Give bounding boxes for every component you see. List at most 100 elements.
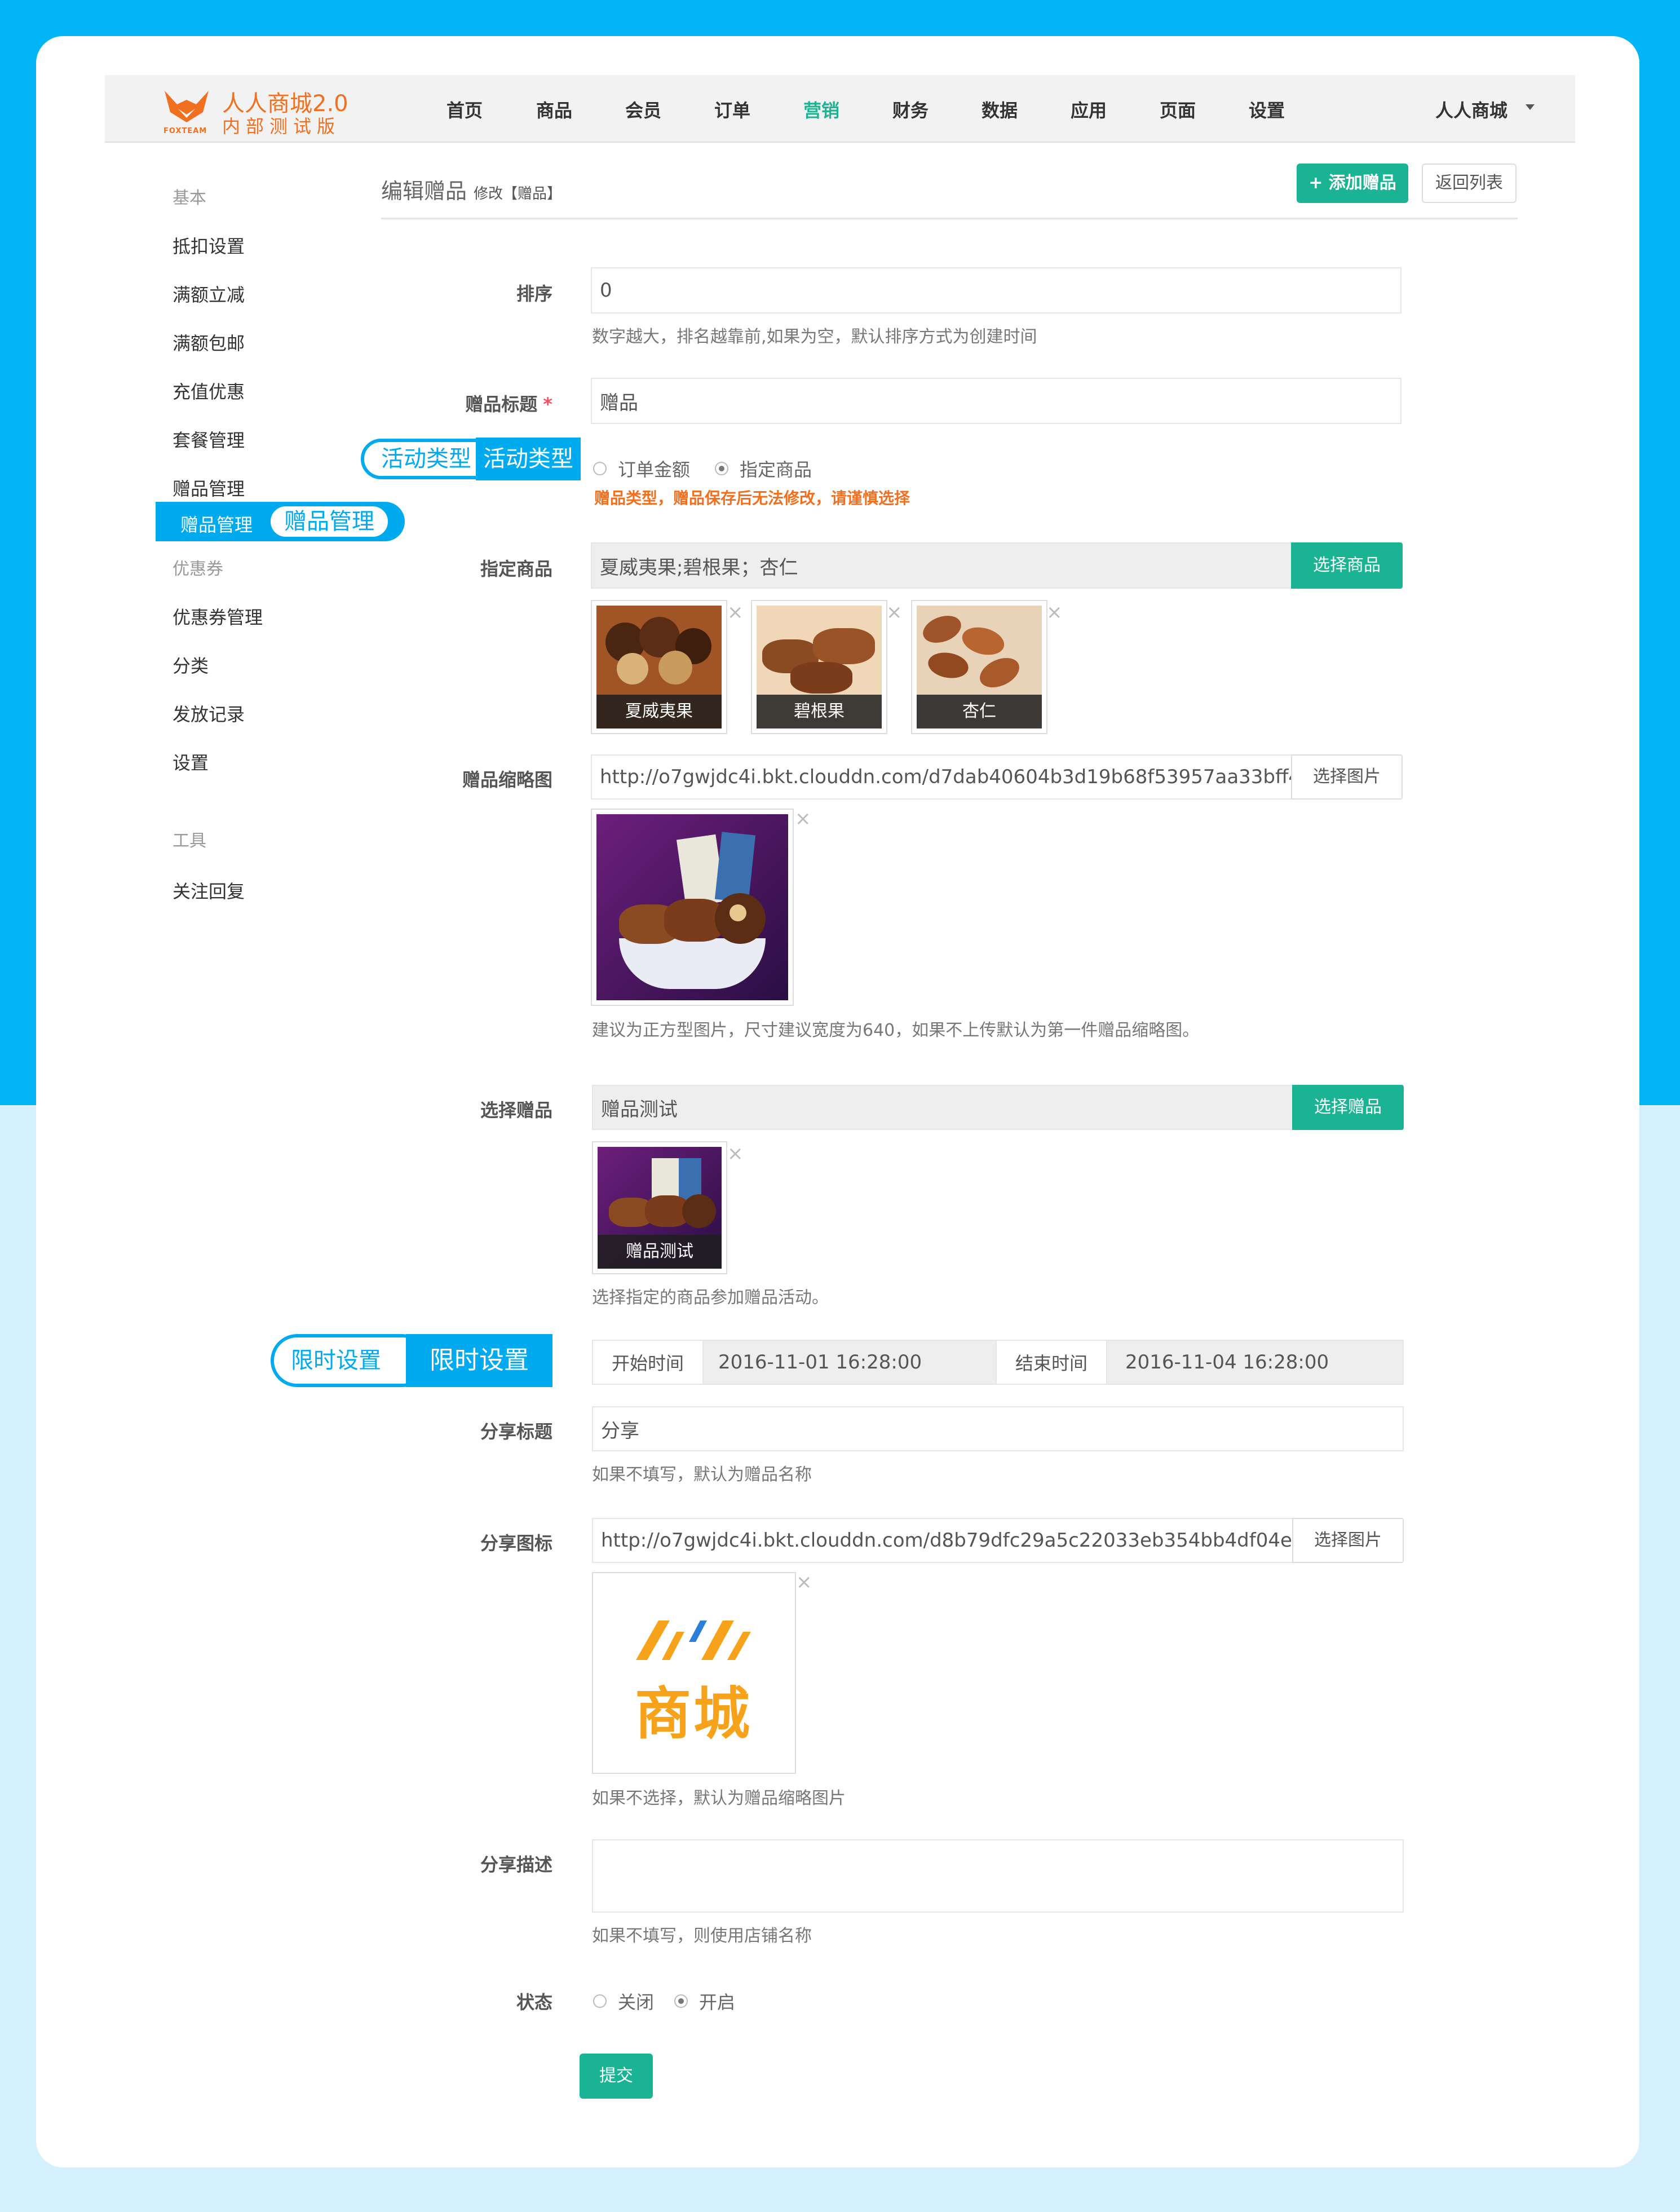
goods-image-macadamia: 夏威夷果	[596, 606, 722, 728]
fox-logo-icon	[165, 91, 209, 122]
start-time-input[interactable]: 2016-11-01 16:28:00	[702, 1340, 1025, 1385]
share-icon-url-value: http://o7gwjdc4i.bkt.clouddn.com/d8b79df…	[601, 1529, 1293, 1552]
sidebar-item-free-shipping[interactable]: 满额包邮	[173, 329, 245, 355]
radio-checked-icon[interactable]	[715, 462, 728, 475]
submit-button[interactable]: 提交	[580, 2054, 653, 2099]
nav-settings[interactable]: 设置	[1249, 96, 1285, 122]
back-to-list-button[interactable]: 返回列表	[1422, 164, 1517, 203]
sort-input[interactable]: 0	[591, 267, 1402, 314]
sidebar-section-tools: 工具	[173, 831, 206, 851]
user-menu[interactable]: 人人商城	[1435, 96, 1507, 122]
status-radio-on[interactable]: 开启	[674, 1988, 735, 2014]
brand-subtitle: 内部测试版	[222, 116, 341, 137]
goods-label: 指定商品	[480, 558, 552, 580]
nav-members[interactable]: 会员	[625, 96, 661, 122]
goods-thumb-3[interactable]: 杏仁	[911, 600, 1047, 734]
select-gift-button[interactable]: 选择赠品	[1292, 1085, 1404, 1130]
gift-title-input[interactable]: 赠品	[591, 378, 1402, 424]
close-icon[interactable]: ×	[1046, 601, 1063, 624]
add-gift-button[interactable]: + 添加赠品	[1297, 164, 1408, 203]
type-warning: 赠品类型，赠品保存后无法修改，请谨慎选择	[594, 489, 910, 507]
callout-gift-manage: 赠品管理	[267, 503, 391, 540]
nav-pages[interactable]: 页面	[1160, 96, 1196, 122]
type-radio-goods[interactable]: 指定商品	[715, 456, 812, 482]
nav-orders[interactable]: 订单	[714, 96, 750, 122]
gift-select-value: 赠品测试	[601, 1098, 678, 1121]
select-share-image-button[interactable]: 选择图片	[1292, 1518, 1404, 1563]
share-icon-url-input[interactable]: http://o7gwjdc4i.bkt.clouddn.com/d8b79df…	[592, 1518, 1293, 1563]
share-desc-help: 如果不填写，则使用店铺名称	[592, 1926, 812, 1946]
sidebar-active-label: 赠品管理	[180, 514, 253, 536]
goods-image-almond: 杏仁	[917, 606, 1042, 728]
callout-activity-type-text: 活动类型	[381, 446, 471, 472]
radio-checked-icon[interactable]	[674, 1994, 688, 2008]
end-time-input[interactable]: 2016-11-04 16:28:00	[1106, 1340, 1404, 1385]
page-title-text: 编辑赠品	[381, 179, 467, 204]
share-title-input[interactable]: 分享	[592, 1406, 1404, 1451]
goods-input[interactable]: 夏威夷果;碧根果；杏仁	[591, 542, 1292, 589]
sidebar-item-coupon-settings[interactable]: 设置	[173, 749, 209, 775]
status-radio-off[interactable]: 关闭	[593, 1988, 654, 2014]
select-goods-button[interactable]: 选择商品	[1291, 542, 1403, 589]
callout-time-limit: 限时设置	[271, 1334, 428, 1387]
sidebar-item-category[interactable]: 分类	[173, 652, 209, 678]
close-icon[interactable]: ×	[886, 601, 903, 624]
nav-marketing[interactable]: 营销	[803, 96, 839, 122]
nav-goods[interactable]: 商品	[536, 96, 572, 122]
close-icon[interactable]: ×	[727, 601, 744, 624]
goods-thumb-caption: 杏仁	[917, 695, 1042, 728]
brand-team: FOXTEAM	[163, 127, 207, 135]
sidebar-item-follow-reply[interactable]: 关注回复	[173, 877, 245, 903]
share-icon-help: 如果不选择，默认为赠品缩略图片	[592, 1789, 846, 1808]
sort-input-value: 0	[600, 279, 612, 302]
close-icon[interactable]: ×	[795, 807, 811, 830]
status-option-label: 关闭	[618, 1992, 655, 2013]
type-radio-order-amount[interactable]: 订单金额	[593, 456, 690, 482]
nav-finance[interactable]: 财务	[892, 96, 929, 122]
goods-thumb-2[interactable]: 碧根果	[751, 600, 887, 734]
gift-select-input[interactable]: 赠品测试	[592, 1085, 1293, 1130]
goods-thumb-caption: 夏威夷果	[596, 695, 722, 728]
type-option-label: 指定商品	[740, 459, 812, 480]
time-range: 开始时间 2016-11-01 16:28:00 结束时间 2016-11-04…	[592, 1340, 1404, 1385]
nav-data[interactable]: 数据	[982, 96, 1018, 122]
goods-thumb-caption: 碧根果	[757, 695, 882, 728]
sidebar-item-package[interactable]: 套餐管理	[173, 426, 245, 452]
status-label: 状态	[516, 1992, 552, 2013]
sidebar-item-issue-log[interactable]: 发放记录	[173, 700, 245, 726]
start-time-value: 2016-11-01 16:28:00	[718, 1351, 922, 1374]
gift-title-label: 赠品标题 *	[383, 390, 552, 416]
mall-logo-icon	[636, 1621, 751, 1660]
share-icon-preview: 商城	[592, 1572, 796, 1774]
share-desc-textarea[interactable]	[592, 1839, 1404, 1913]
sidebar-item-gift-active[interactable]: 赠品管理 赠品管理	[156, 502, 405, 541]
thumb-preview-image	[596, 814, 788, 1000]
goods-thumb-1[interactable]: 夏威夷果	[591, 600, 727, 734]
sidebar-item-full-reduction[interactable]: 满额立减	[173, 281, 245, 307]
nav-home[interactable]: 首页	[446, 96, 483, 122]
thumb-url-input[interactable]: http://o7gwjdc4i.bkt.clouddn.com/d7dab40…	[591, 754, 1292, 800]
caret-down-icon[interactable]	[1526, 104, 1535, 110]
close-icon[interactable]: ×	[727, 1142, 744, 1165]
sidebar-item-coupon-manage[interactable]: 优惠券管理	[173, 603, 263, 629]
nav-apps[interactable]: 应用	[1071, 96, 1107, 122]
brand-logo[interactable]: FOXTEAM 人人商城2.0 内部测试版	[161, 83, 353, 137]
gift-thumb[interactable]: 赠品测试	[592, 1141, 727, 1274]
gift-select-help: 选择指定的商品参加赠品活动。	[592, 1288, 829, 1308]
top-navbar: FOXTEAM 人人商城2.0 内部测试版 首页 商品 会员 订单 营销 财务 …	[105, 75, 1575, 143]
sidebar-item-deduction[interactable]: 抵扣设置	[173, 232, 245, 258]
thumb-preview	[591, 809, 794, 1006]
share-icon-label: 分享图标	[480, 1533, 552, 1554]
sidebar-item-recharge[interactable]: 充值优惠	[173, 378, 245, 404]
select-image-button[interactable]: 选择图片	[1291, 754, 1403, 800]
thumb-label: 赠品缩略图	[462, 769, 552, 791]
radio-circle-icon[interactable]	[593, 1994, 607, 2008]
required-mark: *	[543, 394, 552, 415]
close-icon[interactable]: ×	[796, 1571, 812, 1593]
sidebar-section-coupon: 优惠券	[173, 559, 223, 579]
gift-title-label-text: 赠品标题	[465, 394, 538, 415]
sidebar-item-gift[interactable]: 赠品管理	[173, 475, 245, 501]
radio-circle-icon[interactable]	[593, 462, 607, 475]
goods-input-value: 夏威夷果;碧根果；杏仁	[600, 556, 798, 579]
end-time-value: 2016-11-04 16:28:00	[1125, 1351, 1329, 1374]
